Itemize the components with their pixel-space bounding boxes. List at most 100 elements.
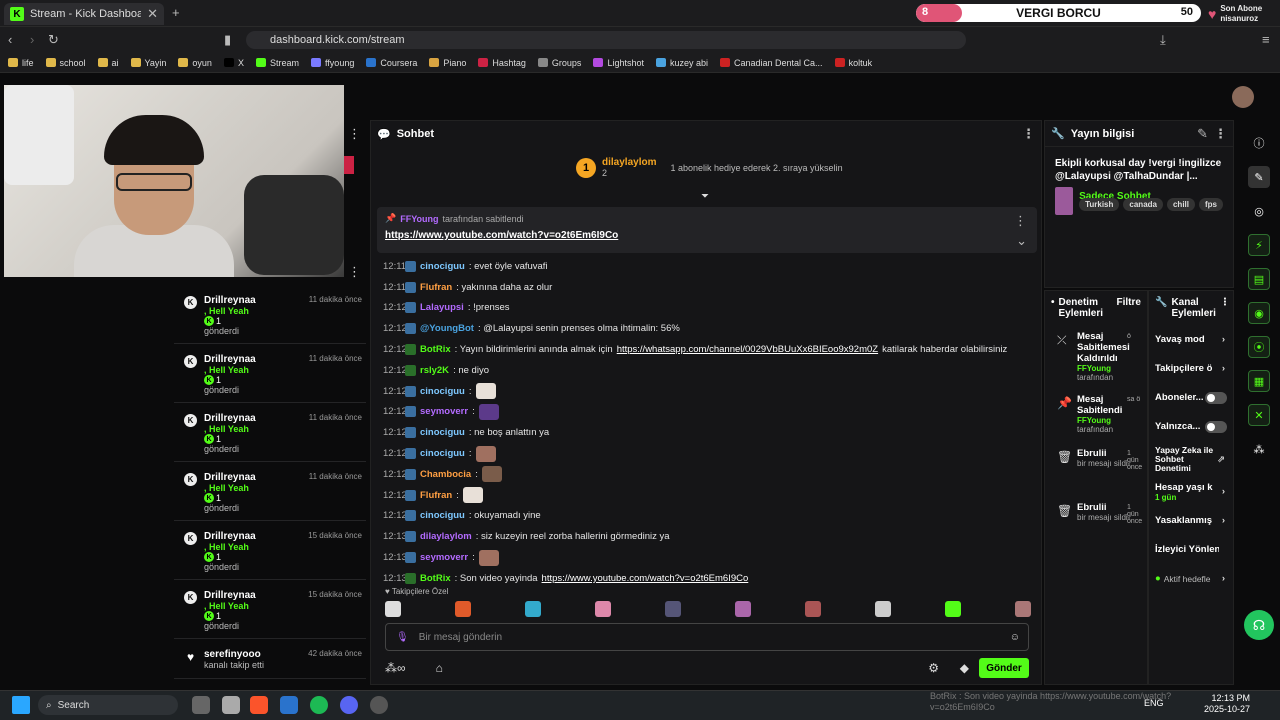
windows-start-icon[interactable] xyxy=(12,696,30,714)
message-user[interactable]: cinociguu xyxy=(420,261,465,272)
file-explorer-icon[interactable] xyxy=(192,696,210,714)
bookmark-item[interactable]: Groups xyxy=(537,58,581,68)
bookmark-item[interactable]: Stream xyxy=(255,58,299,68)
pinned-link[interactable]: https://www.youtube.com/watch?v=o2t6Em6I… xyxy=(385,230,1029,241)
message-link[interactable]: https://whatsapp.com/channel/0029VbBUuXx… xyxy=(617,344,878,355)
chat-input[interactable]: 🎙 Bir mesaj gönderin ☺ xyxy=(385,623,1029,651)
bookmark-item[interactable]: koltuk xyxy=(834,58,872,68)
unpin-icon[interactable]: ⋮ xyxy=(1014,213,1027,229)
layout-icon[interactable]: ▦ xyxy=(1248,370,1270,392)
bookmark-item[interactable]: Canadian Dental Ca... xyxy=(720,58,823,68)
reload-icon[interactable]: ↻ xyxy=(48,32,59,48)
bookmark-item[interactable]: school xyxy=(45,58,86,68)
message-link[interactable]: https://www.youtube.com/watch?v=o2t6Em6I… xyxy=(542,573,749,584)
message-user[interactable]: Chambocia xyxy=(420,469,471,480)
photos-icon[interactable] xyxy=(280,696,298,714)
channel-action-item[interactable]: Aboneler... xyxy=(1149,383,1233,412)
message-user[interactable]: Flufran xyxy=(420,490,452,501)
bookmark-item[interactable]: Piano xyxy=(429,58,466,68)
bookmark-item[interactable]: Coursera xyxy=(366,58,417,68)
collapse-icon[interactable]: ⏷ xyxy=(701,191,709,202)
channel-action-item[interactable]: ● Aktif hedefle › xyxy=(1149,564,1233,593)
new-tab-icon[interactable]: + xyxy=(172,5,180,20)
message-user[interactable]: BotRix xyxy=(420,344,451,355)
stream-info-menu-icon[interactable]: ⋮ xyxy=(1214,126,1227,142)
obs-icon[interactable] xyxy=(370,696,388,714)
mic-icon[interactable]: 🎙 xyxy=(396,632,409,643)
follower-avatar[interactable] xyxy=(665,601,681,617)
back-icon[interactable]: ‹ xyxy=(8,32,12,47)
toggle-switch[interactable] xyxy=(1205,391,1227,404)
taskbar-search[interactable]: ⌕ Search xyxy=(38,695,178,715)
bookmark-item[interactable]: Yayin xyxy=(130,58,166,68)
tag-chip[interactable]: chill xyxy=(1166,198,1195,211)
channel-action-item[interactable]: Yapay Zeka ile Sohbet Denetimi ⇗ xyxy=(1149,441,1233,477)
chat-menu-icon[interactable]: ⋮ xyxy=(1022,126,1035,142)
follower-avatar[interactable] xyxy=(805,601,821,617)
tag-chip[interactable]: Turkish xyxy=(1079,198,1120,211)
edit-icon[interactable]: ✎ xyxy=(1197,126,1208,142)
follower-avatar[interactable] xyxy=(595,601,611,617)
message-user[interactable]: Lalayupsi xyxy=(420,302,464,313)
download-icon[interactable]: ⤓ xyxy=(1160,32,1166,48)
camera-icon[interactable]: ◎ xyxy=(1248,200,1270,222)
follower-avatar[interactable] xyxy=(735,601,751,617)
url-field[interactable]: dashboard.kick.com/stream xyxy=(246,31,966,49)
bookmark-item[interactable]: life xyxy=(8,58,34,68)
bookmark-item[interactable]: ai xyxy=(97,58,119,68)
close-tab-icon[interactable]: ✕ xyxy=(147,6,158,22)
store-icon[interactable]: ⌂ xyxy=(436,661,443,675)
app-icon[interactable] xyxy=(222,696,240,714)
mod-action-by[interactable]: FFYoung xyxy=(1077,416,1141,425)
activity-menu-icon[interactable]: ⋮ xyxy=(348,264,361,280)
expand-icon[interactable]: ⌄ xyxy=(1016,233,1027,249)
bookmark-item[interactable]: kuzey abi xyxy=(655,58,708,68)
spotify-icon[interactable] xyxy=(310,696,328,714)
language-indicator[interactable]: ENG xyxy=(1144,698,1164,708)
message-user[interactable]: BotRix xyxy=(420,573,451,584)
follower-avatar[interactable] xyxy=(385,601,401,617)
mod-action-by[interactable]: FFYoung xyxy=(1077,364,1141,373)
follower-avatar[interactable] xyxy=(1015,601,1031,617)
channel-action-item[interactable]: Yalnızca... xyxy=(1149,412,1233,441)
bookmark-icon[interactable]: ▮ xyxy=(224,32,231,48)
tool-icon[interactable]: ✕ xyxy=(1248,404,1270,426)
channel-action-item[interactable]: Takipçilere ö › xyxy=(1149,354,1233,383)
message-user[interactable]: dilaylaylom xyxy=(420,531,472,542)
browser-tab[interactable]: K Stream - Kick Dashboard ✕ xyxy=(4,3,164,25)
channel-action-item[interactable]: Yasaklanmış › xyxy=(1149,506,1233,535)
preview-menu-icon[interactable]: ⋮ xyxy=(348,126,361,142)
edit-icon[interactable]: ✎ xyxy=(1248,166,1270,188)
message-user[interactable]: rsly2K xyxy=(420,365,449,376)
brave-icon[interactable] xyxy=(250,696,268,714)
message-user[interactable]: cinociguu xyxy=(420,448,465,459)
follower-avatar[interactable] xyxy=(525,601,541,617)
message-user[interactable]: cinociguu xyxy=(420,386,465,397)
apps-icon[interactable]: ⁂ xyxy=(1248,438,1270,460)
message-user[interactable]: seymoverr xyxy=(420,552,468,563)
bookmark-item[interactable]: oyun xyxy=(178,58,212,68)
message-user[interactable]: cinociguu xyxy=(420,427,465,438)
tag-chip[interactable]: fps xyxy=(1199,198,1223,211)
bookmark-item[interactable]: Hashtag xyxy=(478,58,526,68)
message-user[interactable]: Flufran xyxy=(420,282,452,293)
chat-bubble-icon[interactable]: ◉ xyxy=(1248,302,1270,324)
channel-actions-menu-icon[interactable]: ⋮ xyxy=(1220,297,1230,308)
discord-icon[interactable] xyxy=(340,696,358,714)
emoji-icon[interactable]: ☺ xyxy=(1010,632,1020,643)
follower-avatar[interactable] xyxy=(875,601,891,617)
channel-action-item[interactable]: Hesap yaşı k1 gün › xyxy=(1149,477,1233,506)
message-user[interactable]: seymoverr xyxy=(420,406,468,417)
document-icon[interactable]: ▤ xyxy=(1248,268,1270,290)
toggle-switch[interactable] xyxy=(1205,420,1227,433)
follower-avatar[interactable] xyxy=(455,601,471,617)
lightning-icon[interactable]: ⚡ xyxy=(1248,234,1270,256)
forward-icon[interactable]: › xyxy=(30,32,34,47)
message-user[interactable]: @YoungBot xyxy=(420,323,474,334)
menu-icon[interactable]: ≡ xyxy=(1262,32,1270,47)
message-user[interactable]: cinociguu xyxy=(420,510,465,521)
game-icon[interactable]: ◆ xyxy=(960,661,969,675)
bookmark-item[interactable]: X xyxy=(223,58,244,68)
filter-button[interactable]: Filtre xyxy=(1117,297,1141,308)
channel-action-item[interactable]: İzleyici Yönlendir xyxy=(1149,535,1233,564)
